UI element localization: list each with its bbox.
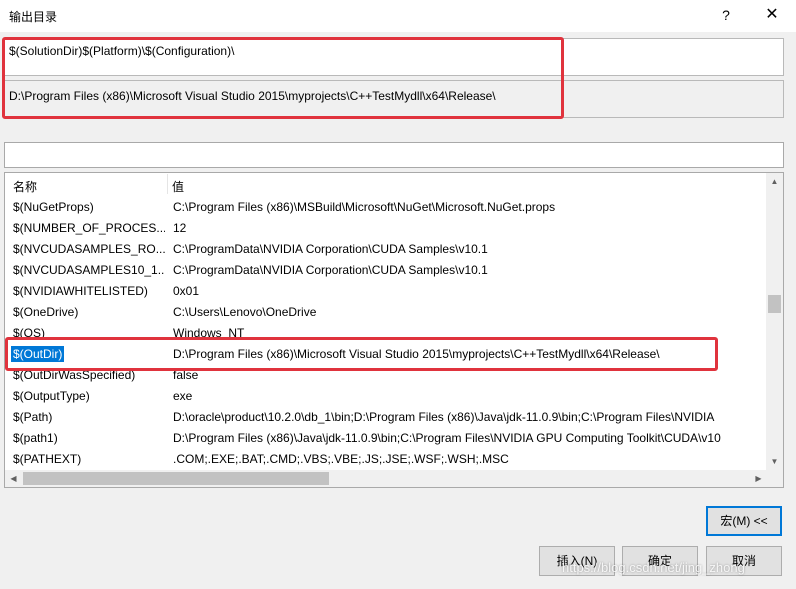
- macro-value: 12: [173, 221, 187, 235]
- scrollbar-corner: [766, 470, 783, 487]
- macro-name: $(OutDir): [11, 346, 65, 362]
- filter-input[interactable]: [4, 142, 784, 168]
- macro-value: 0x01: [173, 284, 200, 298]
- scroll-down-icon[interactable]: ▼: [766, 453, 783, 470]
- table-row[interactable]: $(NuGetProps) C:\Program Files (x86)\MSBu…: [5, 197, 769, 218]
- table-row[interactable]: $(OneDrive) C:\Users\Lenovo\OneDrive: [5, 302, 769, 323]
- help-icon[interactable]: ?: [714, 4, 738, 26]
- list-header: 名称 值: [5, 173, 769, 195]
- macro-value: C:\Program Files (x86)\MSBuild\Microsoft…: [173, 200, 556, 214]
- macro-name: $(OutputType): [13, 389, 90, 403]
- macro-name: $(OneDrive): [13, 305, 79, 319]
- macro-value: exe: [173, 389, 193, 403]
- title-bar: 输出目录 ? ✕: [0, 0, 796, 32]
- list-rows: $(NuGetProps) C:\Program Files (x86)\MSBu…: [5, 197, 769, 470]
- dialog-title: 输出目录: [9, 10, 58, 24]
- macro-name: $(NVCUDASAMPLES10_1...: [13, 263, 165, 277]
- macros-button[interactable]: 宏(M) <<: [706, 506, 782, 536]
- table-row[interactable]: $(OS) Windows_NT: [5, 323, 769, 344]
- macro-name: $(NVIDIAWHITELISTED): [13, 284, 148, 298]
- table-row[interactable]: $(OutDirWasSpecified) false: [5, 365, 769, 386]
- column-header-value[interactable]: 值: [172, 178, 184, 195]
- table-row[interactable]: $(NVCUDASAMPLES_RO... C:\ProgramData\NVID…: [5, 239, 769, 260]
- table-row[interactable]: $(NVCUDASAMPLES10_1... C:\ProgramData\NVI…: [5, 260, 769, 281]
- macro-name: $(OutDirWasSpecified): [13, 368, 136, 382]
- macro-value: C:\Users\Lenovo\OneDrive: [173, 305, 317, 319]
- table-row[interactable]: $(Path) D:\oracle\product\10.2.0\db_1\bin…: [5, 407, 769, 428]
- table-row[interactable]: $(NUMBER_OF_PROCES... 12: [5, 218, 769, 239]
- table-row[interactable]: $(OutputType) exe: [5, 386, 769, 407]
- close-icon[interactable]: ✕: [758, 4, 786, 26]
- column-divider[interactable]: [167, 174, 168, 194]
- table-row[interactable]: $(PATHEXT) .COM;.EXE;.BAT;.CMD;.VBS;.VBE;…: [5, 449, 769, 470]
- macro-name: $(NuGetProps): [13, 200, 94, 214]
- horizontal-scroll-thumb[interactable]: [23, 472, 329, 485]
- macro-name: $(NUMBER_OF_PROCES...: [13, 221, 165, 235]
- macro-name: $(path1): [13, 431, 58, 445]
- macro-name: $(OS): [13, 326, 46, 340]
- macro-list[interactable]: 名称 值 $(NuGetProps) C:\Program Files (x86)…: [4, 172, 784, 488]
- macro-value: Windows_NT: [173, 326, 245, 340]
- macro-value: D:\Program Files (x86)\Microsoft Visual …: [173, 347, 660, 361]
- evaluated-value: D:\Program Files (x86)\Microsoft Visual …: [4, 80, 784, 118]
- table-row[interactable]: $(path1) D:\Program Files (x86)\Java\jdk-…: [5, 428, 769, 449]
- scroll-left-icon[interactable]: ◀: [5, 470, 22, 487]
- scroll-right-icon[interactable]: ▶: [750, 470, 767, 487]
- table-row[interactable]: $(NVIDIAWHITELISTED) 0x01: [5, 281, 769, 302]
- macro-name: $(Path): [13, 410, 53, 424]
- scroll-up-icon[interactable]: ▲: [766, 173, 783, 190]
- column-header-name[interactable]: 名称: [13, 178, 37, 195]
- watermark: https://blog.csdn.net/jing_zhong: [562, 560, 745, 575]
- macro-value: .COM;.EXE;.BAT;.CMD;.VBS;.VBE;.JS;.JSE;.…: [173, 452, 509, 466]
- macro-value: C:\ProgramData\NVIDIA Corporation\CUDA S…: [173, 263, 488, 277]
- macro-value: C:\ProgramData\NVIDIA Corporation\CUDA S…: [173, 242, 488, 256]
- vertical-scrollbar[interactable]: ▲ ▼: [766, 173, 783, 470]
- vertical-scroll-thumb[interactable]: [768, 295, 781, 313]
- macro-input[interactable]: $(SolutionDir)$(Platform)\$(Configuratio…: [4, 38, 784, 76]
- macro-name: $(PATHEXT): [13, 452, 82, 466]
- macro-name: $(NVCUDASAMPLES_RO...: [13, 242, 165, 256]
- table-row[interactable]: $(OutDir) D:\Program Files (x86)\Microsof…: [5, 344, 769, 365]
- macro-value: D:\oracle\product\10.2.0\db_1\bin;D:\Pro…: [173, 410, 715, 424]
- macro-value: false: [173, 368, 199, 382]
- macro-value: D:\Program Files (x86)\Java\jdk-11.0.9\b…: [173, 431, 721, 445]
- horizontal-scrollbar[interactable]: ◀ ▶: [5, 470, 767, 487]
